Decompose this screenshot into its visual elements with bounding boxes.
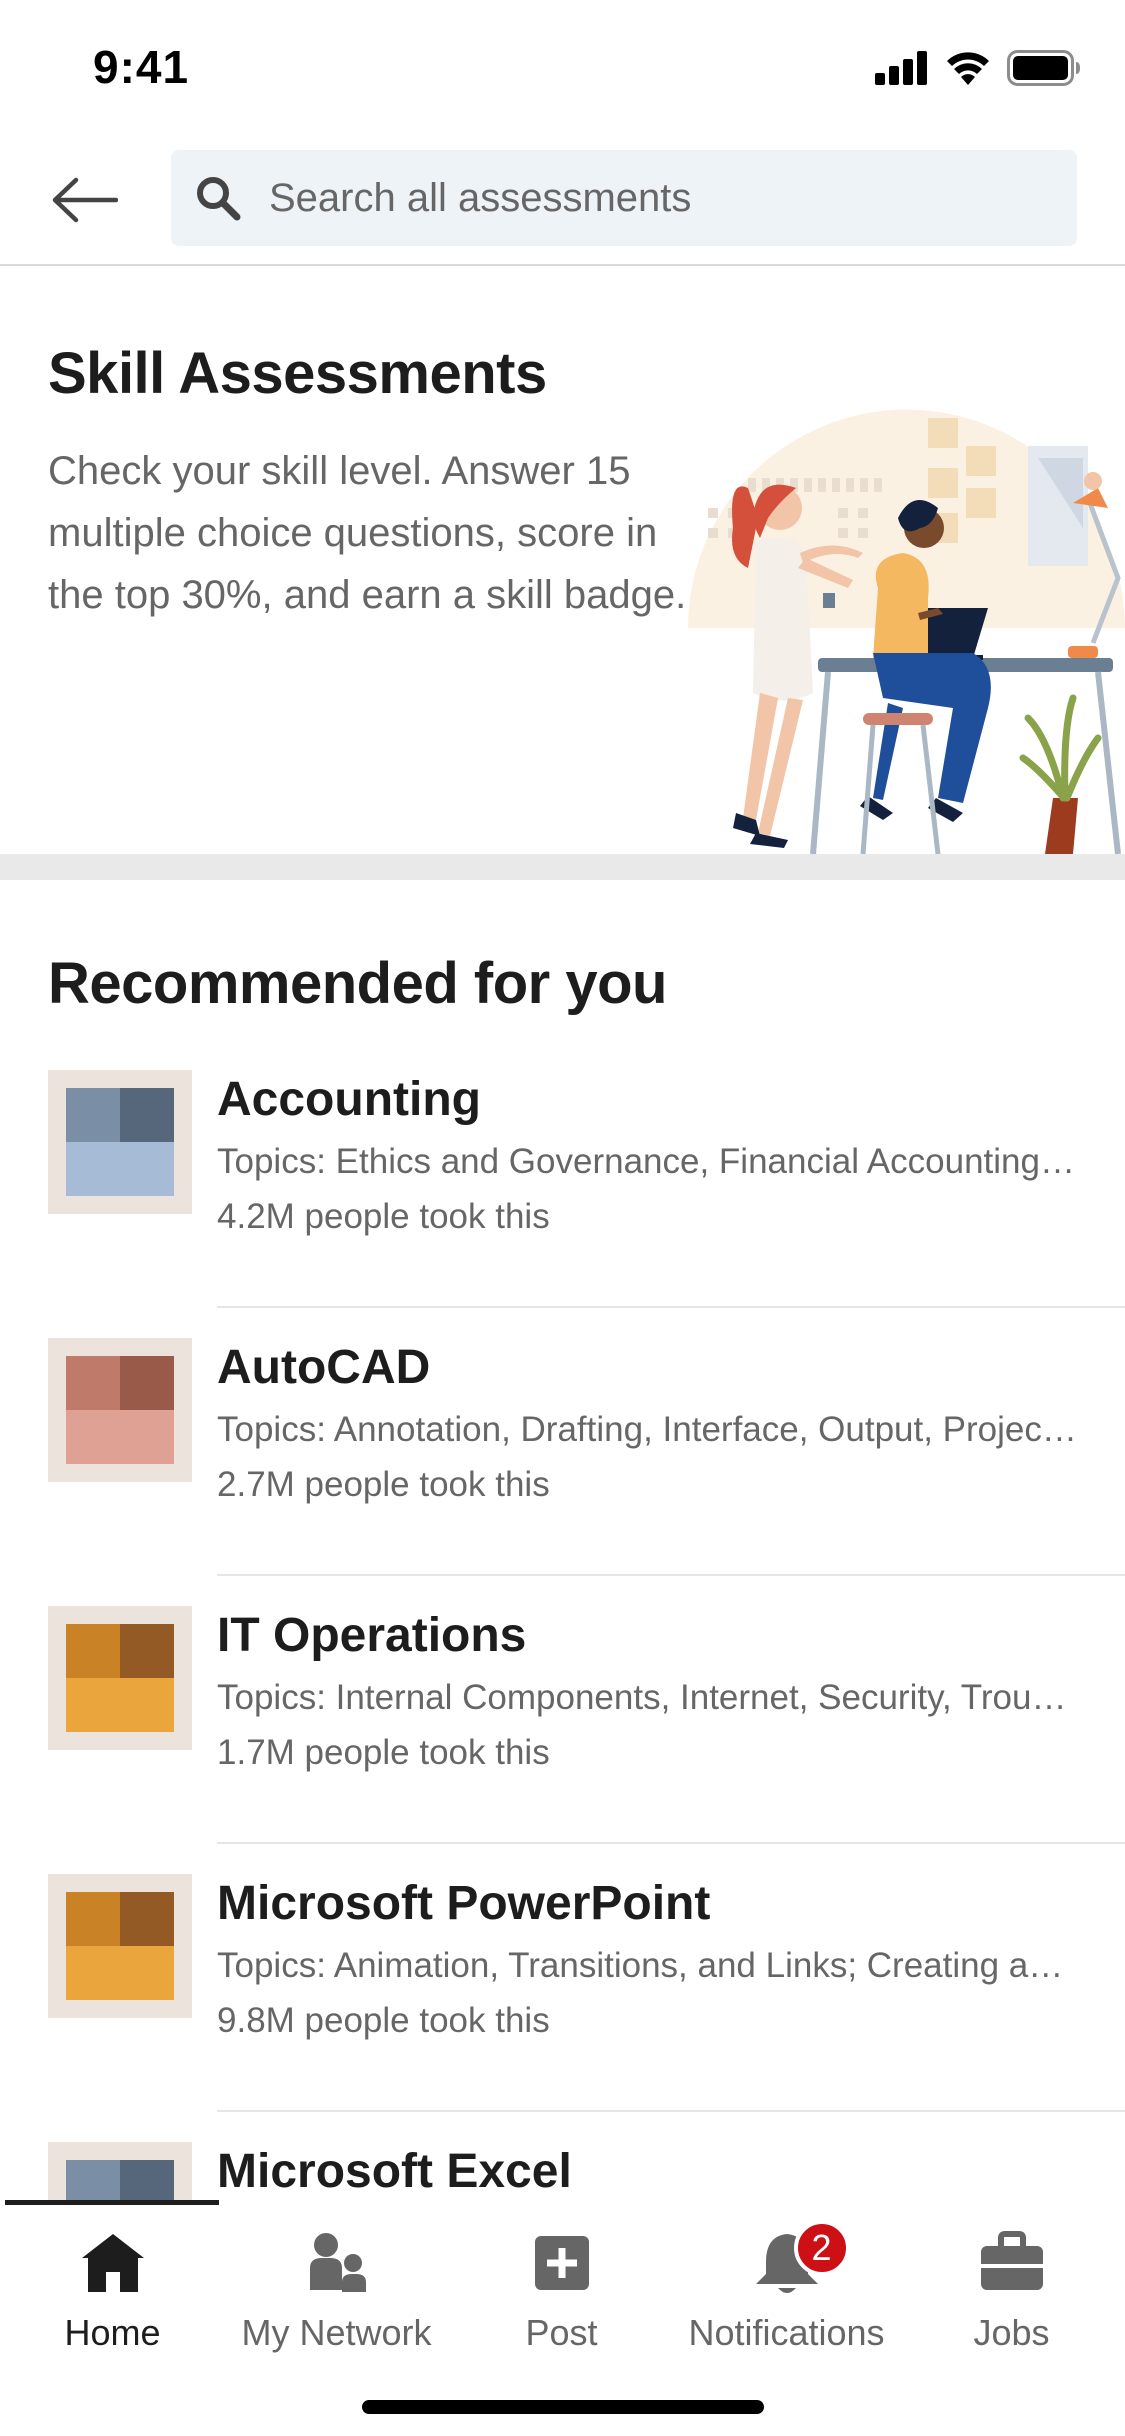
back-button[interactable] <box>44 168 124 232</box>
tab-label: Jobs <box>973 2312 1050 2353</box>
home-icon <box>81 2234 144 2292</box>
assessment-thumbnail <box>48 1070 192 1214</box>
tab-my-network[interactable]: My Network <box>224 2214 449 2364</box>
assessment-count: 1.7M people took this <box>217 1733 550 1772</box>
assessment-topics: Topics: Animation, Transitions, and Link… <box>217 1946 1077 1985</box>
skill-assessment-illustration <box>688 409 1125 854</box>
assessment-name: Accounting <box>217 1073 481 1126</box>
tab-notifications[interactable]: 2 Notifications <box>674 2214 899 2364</box>
assessment-name: IT Operations <box>217 1609 527 1662</box>
recommended-list: Accounting Topics: Ethics and Governance… <box>0 1040 1125 2380</box>
tab-label: Notifications <box>688 2312 885 2353</box>
intro-description: Check your skill level. Answer 15 multip… <box>48 449 687 617</box>
assessment-name: Microsoft Excel <box>217 2145 572 2198</box>
assessment-thumbnail <box>48 1338 192 1482</box>
plus-square-icon <box>534 2236 589 2290</box>
status-bar: 9:41 <box>0 0 1125 140</box>
assessment-count: 9.8M people took this <box>217 2001 550 2040</box>
skill-assessments-intro: Skill Assessments Check your skill level… <box>0 268 1125 854</box>
bell-icon-wrap: 2 <box>752 2220 850 2298</box>
section-divider <box>0 854 1125 880</box>
assessment-name: Microsoft PowerPoint <box>217 1877 711 1930</box>
search-box[interactable] <box>171 150 1077 246</box>
tab-post[interactable]: Post <box>449 2214 674 2364</box>
wifi-icon <box>947 52 989 85</box>
tab-label: Post <box>525 2312 598 2353</box>
assessment-thumbnail <box>48 1606 192 1750</box>
tab-label: Home <box>64 2312 161 2353</box>
tab-label: My Network <box>241 2312 432 2353</box>
search-icon <box>197 177 241 221</box>
arrow-left-icon <box>52 177 118 223</box>
list-item[interactable]: Accounting Topics: Ethics and Governance… <box>0 1040 1125 1308</box>
battery-icon <box>1007 50 1080 86</box>
status-icons <box>875 50 1081 86</box>
tab-jobs[interactable]: Jobs <box>899 2214 1124 2364</box>
assessment-count: 2.7M people took this <box>217 1465 550 1504</box>
list-item[interactable]: AutoCAD Topics: Annotation, Drafting, In… <box>0 1308 1125 1576</box>
page-title: Skill Assessments <box>48 341 547 406</box>
assessment-topics: Topics: Internal Components, Internet, S… <box>217 1678 1077 1717</box>
briefcase-icon <box>980 2231 1043 2290</box>
search-header <box>0 140 1125 266</box>
list-item[interactable]: Microsoft PowerPoint Topics: Animation, … <box>0 1844 1125 2112</box>
people-icon <box>309 2233 366 2292</box>
assessment-topics: Topics: Ethics and Governance, Financial… <box>217 1142 1077 1181</box>
assessment-count: 4.2M people took this <box>217 1197 550 1236</box>
recommended-title: Recommended for you <box>48 951 667 1016</box>
list-item[interactable]: IT Operations Topics: Internal Component… <box>0 1576 1125 1844</box>
status-time: 9:41 <box>93 41 190 93</box>
active-tab-indicator <box>5 2200 219 2205</box>
notification-badge: 2 <box>793 2220 850 2276</box>
assessment-name: AutoCAD <box>217 1341 431 1394</box>
home-indicator[interactable] <box>362 2400 764 2414</box>
search-input[interactable] <box>269 175 1049 221</box>
assessment-thumbnail <box>48 1874 192 2018</box>
assessment-topics: Topics: Annotation, Drafting, Interface,… <box>217 1410 1077 1449</box>
tab-home[interactable]: Home <box>0 2214 225 2364</box>
cellular-signal-icon <box>875 51 927 85</box>
